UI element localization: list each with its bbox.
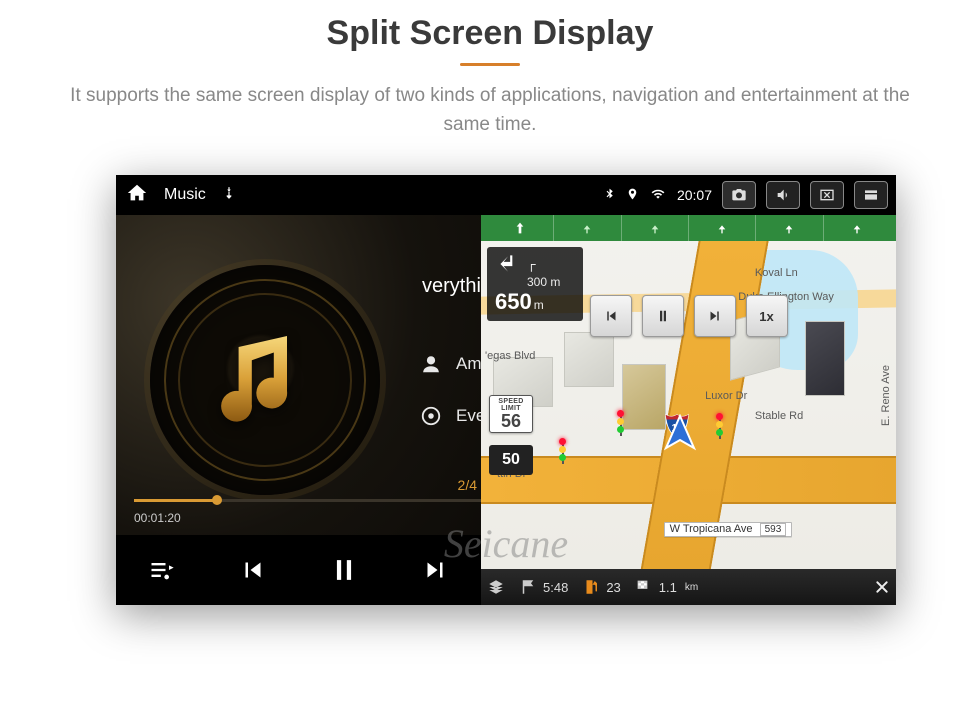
splitscreen-button[interactable] [854,181,888,209]
statusbar-app-name: Music [164,186,206,204]
close-icon [874,579,890,595]
street-label: 'egas Blvd [485,350,535,362]
street-label: E. Reno Ave [880,365,892,426]
next-button[interactable] [409,544,461,596]
street-label: Stable Rd [755,410,803,422]
album-row[interactable]: Ever [420,405,481,427]
current-position-marker [660,414,700,454]
title-underline [460,63,520,66]
sim-prev-button[interactable] [590,295,632,337]
flag-icon [519,578,537,596]
trip-distance-display: 1.1km [635,578,698,596]
status-bar: Music 20:07 [116,175,896,215]
time-current: 00:01:20 [134,511,181,525]
sim-pause-button[interactable] [642,295,684,337]
destination-flag-icon [635,578,653,596]
simulation-controls: 1x [590,295,788,337]
close-app-button[interactable] [810,181,844,209]
volume-button[interactable] [766,181,800,209]
artist-icon [420,353,442,375]
player-controls [116,535,481,605]
street-label: Koval Ln [755,267,798,279]
page-title: Split Screen Display [0,14,980,53]
bluetooth-icon [603,186,616,205]
location-icon [626,186,639,205]
turn-left-icon [495,251,521,277]
speed-limit-sign: SPEED LIMIT 56 [489,395,533,433]
nav-close-button[interactable] [874,579,890,595]
eta-display: 5:48 [519,578,568,596]
device-screenshot: Music 20:07 verythin [116,175,896,605]
music-note-icon [210,325,320,435]
map-layers-button[interactable] [487,578,505,596]
track-title: verythin [422,275,481,298]
wifi-icon [649,187,667,204]
screenshot-button[interactable] [722,181,756,209]
artist-name: Ame [456,354,481,374]
album-icon [420,405,442,427]
previous-button[interactable] [227,544,279,596]
album-name: Ever [456,406,481,426]
statusbar-clock: 20:07 [677,187,712,203]
track-counter: 2/4 [458,477,477,493]
street-label: W Tropicana Ave 593 [664,522,793,537]
nav-bottom-bar: 5:48 23 1.1km [481,569,896,605]
playlist-button[interactable] [136,544,188,596]
home-icon[interactable] [126,182,148,209]
lane-guidance-banner [481,215,896,241]
street-label: Luxor Dr [705,390,747,402]
music-pane: verythin Ame Ever 2/4 00:01:20 [116,175,481,605]
current-speed: 50 [489,445,533,475]
usb-icon [222,183,236,208]
artist-row[interactable]: Ame [420,353,481,375]
sim-next-button[interactable] [694,295,736,337]
progress-bar[interactable]: 00:01:20 [134,499,481,502]
navigation-pane[interactable]: 15 S Las Vegas Blvd Koval Ln Duke Elling… [481,175,896,605]
fuel-display: 23 [582,578,620,596]
sim-speed-button[interactable]: 1x [746,295,788,337]
next-turn-card[interactable]: ┌ 300 m 650m [487,247,583,321]
pause-button[interactable] [318,544,370,596]
album-art [150,265,380,495]
page-subtitle: It supports the same screen display of t… [50,82,930,139]
fuel-icon [582,578,600,596]
